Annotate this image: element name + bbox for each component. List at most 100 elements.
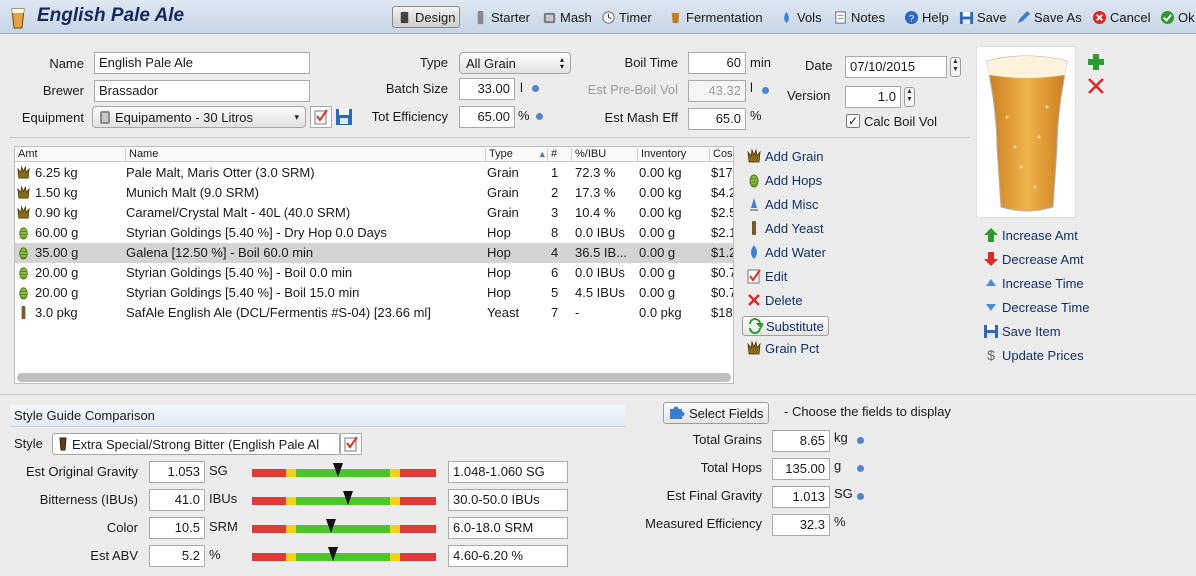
toolbar-fermentation-button[interactable]: Fermentation	[664, 6, 767, 28]
table-row[interactable]: 0.90 kg Caramel/Crystal Malt - 40L (40.0 …	[15, 203, 733, 223]
column-pct[interactable]: %/IBU	[571, 148, 606, 162]
edit-equipment-button[interactable]	[310, 106, 332, 128]
cell-num: 8	[551, 225, 559, 240]
tot-efficiency-field[interactable]: 65.00	[459, 106, 515, 128]
starter-icon	[477, 10, 484, 24]
add-yeast-button[interactable]: Add Yeast	[746, 220, 824, 236]
toolbar-ok-button[interactable]: Ok	[1156, 6, 1196, 28]
table-row[interactable]: 20.00 g Styrian Goldings [5.40 %] - Boil …	[15, 263, 733, 283]
cell-num: 3	[551, 205, 559, 220]
table-row[interactable]: 35.00 g Galena [12.50 %] - Boil 60.0 min H…	[15, 243, 733, 263]
brewer-field[interactable]: Brassador	[94, 80, 310, 102]
increase-amt-button[interactable]: Increase Amt	[983, 227, 1078, 243]
remove-button[interactable]	[1086, 76, 1106, 96]
cell-name: Caramel/Crystal Malt - 40L (40.0 SRM)	[126, 205, 351, 220]
table-row[interactable]: 20.00 g Styrian Goldings [5.40 %] - Boil …	[15, 283, 733, 303]
batch-unit: l	[520, 80, 523, 95]
column-type-label: Type	[489, 148, 513, 160]
cell-amt: 20.00 g	[35, 265, 79, 280]
toolbar-vols-button[interactable]: Vols	[775, 6, 826, 28]
save-item-button[interactable]: Save Item	[983, 323, 1061, 339]
type-select[interactable]: All Grain ▴ ▾	[459, 52, 571, 74]
column-name[interactable]: Name	[125, 148, 158, 162]
save-equipment-button[interactable]	[334, 106, 354, 128]
date-field[interactable]: 07/10/2015	[845, 56, 947, 78]
equipment-label: Equipment	[21, 110, 84, 125]
toolbar-button-label: Timer	[619, 9, 652, 25]
table-row[interactable]: 3.0 pkg SafAle English Ale (DCL/Fermentis…	[15, 303, 733, 323]
bar-red-segment	[252, 553, 286, 561]
toolbar-mash-button[interactable]: Mash	[538, 6, 596, 28]
select-fields-button[interactable]: Select Fields	[663, 402, 770, 424]
decrease-amt-button[interactable]: Decrease Amt	[983, 251, 1084, 267]
toolbar-help-button[interactable]: ? Help	[900, 6, 953, 28]
horizontal-scrollbar[interactable]	[17, 373, 731, 382]
edit-style-button[interactable]	[340, 433, 362, 455]
button-label: Save Item	[1002, 323, 1061, 339]
type-value: All Grain	[466, 55, 516, 71]
stats-info-dot[interactable]	[857, 437, 864, 444]
bar-marker	[326, 519, 336, 533]
grain-icon	[17, 165, 30, 179]
bar-yellow-segment	[390, 497, 400, 505]
table-row[interactable]: 60.00 g Styrian Goldings [5.40 %] - Dry H…	[15, 223, 733, 243]
style-row-unit: %	[209, 547, 221, 562]
name-field[interactable]: English Pale Ale	[94, 52, 310, 74]
date-stepper[interactable]: ▲ ▼	[950, 57, 961, 77]
toolbar-cancel-button[interactable]: Cancel	[1088, 6, 1154, 28]
column-type[interactable]: Type ▲	[485, 148, 547, 162]
grain-pct-button[interactable]: Grain Pct	[746, 340, 819, 356]
add-misc-button[interactable]: Add Misc	[746, 196, 818, 212]
column-num[interactable]: #	[547, 148, 557, 162]
stats-row-value: 1.013	[772, 486, 830, 508]
calc-boil-checkbox[interactable]: ✓	[846, 114, 860, 128]
stats-info-dot[interactable]	[857, 465, 864, 472]
toolbar-timer-button[interactable]: Timer	[597, 6, 656, 28]
stats-row-unit: kg	[834, 430, 848, 445]
cell-amt: 60.00 g	[35, 225, 79, 240]
equipment-select[interactable]: Equipamento - 30 Litros ▾	[92, 106, 306, 128]
version-stepper[interactable]: ▲ ▼	[904, 87, 915, 107]
efficiency-info-dot[interactable]	[536, 113, 543, 120]
save-as-icon	[1017, 10, 1031, 23]
toolbar-starter-button[interactable]: Starter	[469, 6, 534, 28]
ingredients-table[interactable]: Amt Name Type ▲ # %/IBU Inventory Cos 6.…	[14, 146, 734, 384]
edit-button[interactable]: Edit	[746, 268, 787, 284]
style-select[interactable]: Extra Special/Strong Bitter (English Pal…	[52, 433, 340, 455]
cell-name: Galena [12.50 %] - Boil 60.0 min	[126, 245, 314, 260]
batch-info-dot[interactable]	[532, 85, 539, 92]
stats-info-dot[interactable]	[857, 493, 864, 500]
button-label: Increase Time	[1002, 275, 1084, 291]
cell-type: Hop	[487, 285, 511, 300]
boil-time-field[interactable]: 60	[688, 52, 746, 74]
edit-icon	[314, 109, 328, 125]
button-label: Add Hops	[765, 172, 823, 188]
pre-boil-info-dot[interactable]	[762, 87, 769, 94]
add-grain-button[interactable]: Add Grain	[746, 148, 824, 164]
button-label: Delete	[765, 292, 803, 308]
toolbar-save-as-button[interactable]: Save As	[1012, 6, 1086, 28]
delete-button[interactable]: Delete	[746, 292, 803, 308]
table-row[interactable]: 1.50 kg Munich Malt (9.0 SRM) Grain 2 17.3 %…	[15, 183, 733, 203]
table-header: Amt Name Type ▲ # %/IBU Inventory Cos	[15, 147, 733, 162]
save-icon	[959, 11, 974, 24]
increase-time-button[interactable]: Increase Time	[983, 275, 1084, 291]
decrease-time-button[interactable]: Decrease Time	[983, 299, 1089, 315]
version-field[interactable]: 1.0	[845, 86, 901, 108]
add-button[interactable]	[1086, 52, 1106, 72]
update-prices-button[interactable]: $ Update Prices	[983, 347, 1084, 363]
add-hops-button[interactable]: Add Hops	[746, 172, 822, 188]
column-amt[interactable]: Amt	[15, 148, 38, 162]
toolbar-save-button[interactable]: Save	[955, 6, 1011, 28]
toolbar-notes-button[interactable]: Notes	[829, 6, 889, 28]
toolbar-design-button[interactable]: Design	[392, 6, 461, 28]
column-cost[interactable]: Cos	[709, 148, 733, 162]
style-row-value: 10.5	[149, 517, 205, 539]
substitute-button[interactable]: Substitute	[742, 316, 829, 336]
table-row[interactable]: 6.25 kg Pale Malt, Maris Otter (3.0 SRM) G…	[15, 163, 733, 183]
column-inventory[interactable]: Inventory	[637, 148, 686, 162]
cell-type: Yeast	[487, 305, 520, 320]
batch-size-field[interactable]: 33.00	[459, 78, 515, 100]
plus-icon	[1088, 54, 1104, 70]
add-water-button[interactable]: Add Water	[746, 244, 826, 260]
